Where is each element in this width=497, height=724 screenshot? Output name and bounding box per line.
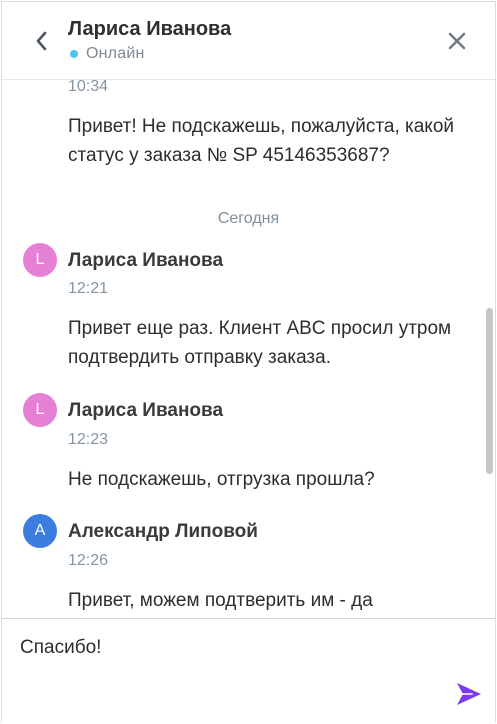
avatar: L — [23, 393, 57, 427]
message-text: Привет! Не подскажешь, пожалуйста, какой… — [68, 116, 455, 166]
message-text: Не подскажешь, отгрузка прошла? — [68, 469, 375, 490]
avatar: L — [23, 243, 57, 277]
message-text: Привет, можем подтверить им - да — [68, 590, 373, 611]
avatar-letter: A — [34, 522, 46, 539]
avatar: A — [23, 514, 57, 548]
message-list[interactable]: 10:34 Привет! Не подскажешь, пожалуйста,… — [2, 80, 495, 618]
back-button[interactable] — [28, 24, 56, 58]
send-button[interactable] — [454, 679, 484, 709]
chat-window: Лариса Иванова Онлайн 10:34 Привет! Не п… — [1, 1, 496, 724]
avatar-letter: L — [35, 251, 45, 268]
status-text: Онлайн — [86, 45, 145, 62]
chevron-left-icon — [36, 31, 47, 51]
chat-header: Лариса Иванова Онлайн — [2, 2, 495, 80]
message-time: 12:21 — [68, 280, 109, 297]
sender-name: Александр Липовой — [68, 521, 258, 542]
message-input[interactable] — [20, 633, 440, 663]
day-divider: Сегодня — [217, 210, 280, 227]
message-text: Привет еще раз. Клиент ABC просил утром … — [68, 318, 452, 368]
message-time: 12:23 — [68, 431, 109, 448]
contact-name: Лариса Иванова — [68, 18, 232, 40]
presence-status: Онлайн — [70, 45, 145, 63]
close-icon — [448, 32, 466, 50]
sender-name: Лариса Иванова — [68, 400, 224, 421]
scrollbar-thumb[interactable] — [486, 308, 493, 474]
message-time: 10:34 — [68, 80, 109, 95]
avatar-letter: L — [35, 401, 45, 418]
message-composer — [2, 618, 495, 724]
send-icon — [457, 683, 481, 705]
message-time: 12:26 — [68, 552, 109, 569]
close-button[interactable] — [444, 28, 470, 54]
online-dot-icon — [70, 50, 78, 58]
sender-name: Лариса Иванова — [68, 250, 224, 271]
